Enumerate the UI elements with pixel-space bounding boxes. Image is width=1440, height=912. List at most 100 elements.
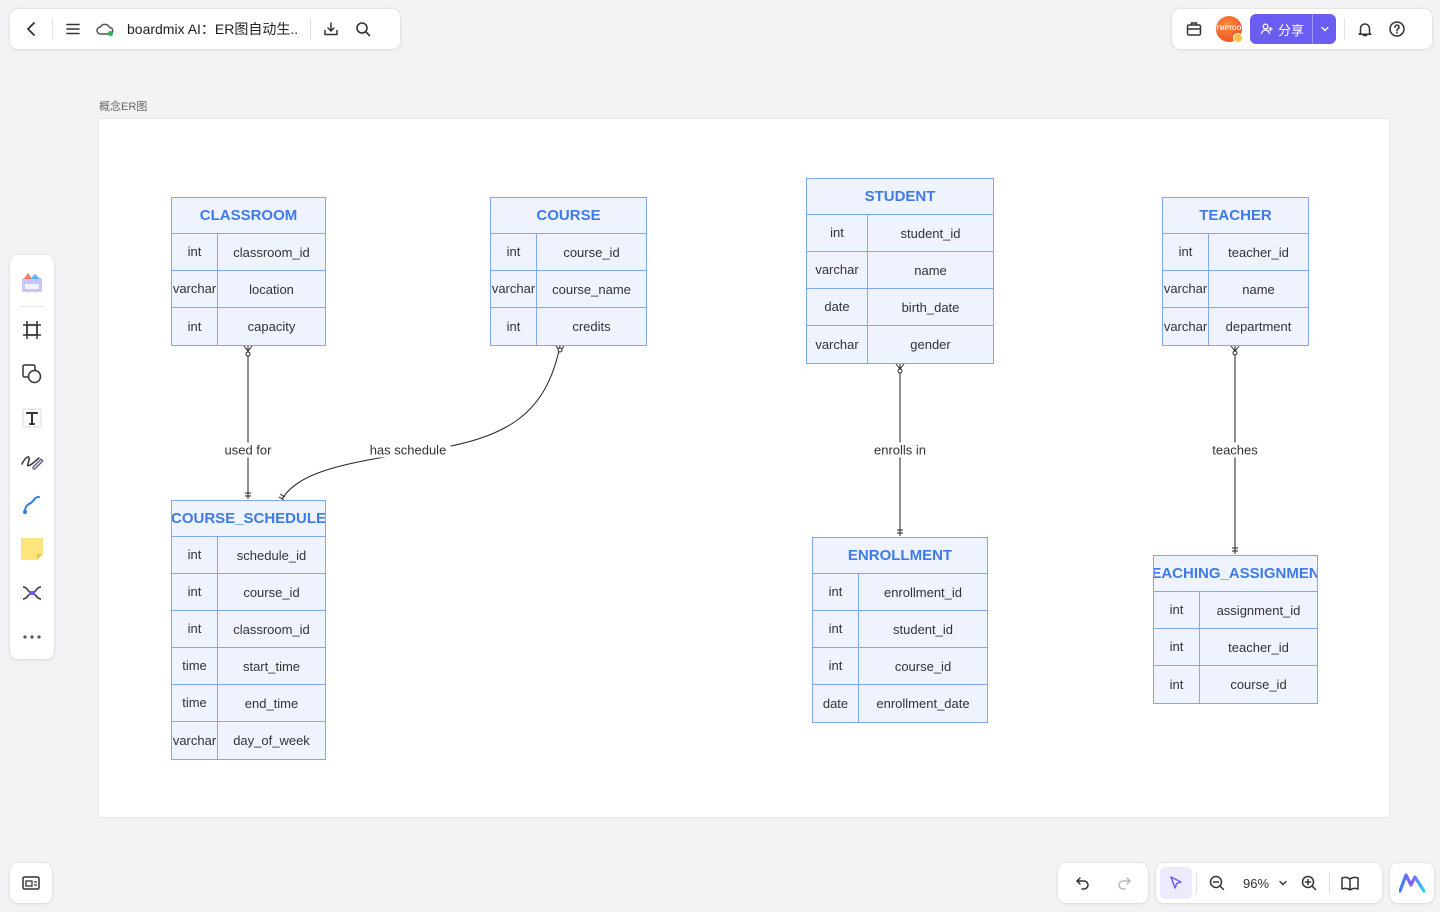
- attribute-type: int: [813, 648, 859, 684]
- download-icon[interactable]: [315, 13, 347, 45]
- attribute-row[interactable]: int course_id: [1154, 666, 1317, 703]
- attribute-type: int: [807, 215, 868, 251]
- templates-icon[interactable]: [14, 264, 50, 302]
- attribute-row[interactable]: int student_id: [807, 215, 993, 252]
- divider: [52, 18, 53, 40]
- text-tool-icon[interactable]: [14, 399, 50, 437]
- attribute-row[interactable]: int schedule_id: [172, 537, 325, 574]
- book-icon[interactable]: [1334, 867, 1366, 899]
- attribute-type: varchar: [1163, 308, 1209, 345]
- frame-label[interactable]: 概念ER图: [99, 98, 147, 114]
- attribute-type: int: [813, 574, 859, 610]
- entity-course[interactable]: COURSE int course_id varchar course_name int c…: [490, 197, 647, 346]
- attribute-name: course_id: [243, 584, 300, 600]
- entity-classroom[interactable]: CLASSROOM int classroom_id varchar location i…: [171, 197, 326, 346]
- relation-label-teaches[interactable]: teaches: [1208, 442, 1262, 458]
- help-icon[interactable]: [1381, 13, 1413, 45]
- pen-tool-icon[interactable]: [14, 443, 50, 481]
- pointer-icon[interactable]: [1160, 867, 1192, 899]
- attribute-row[interactable]: int student_id: [813, 611, 987, 648]
- share-main[interactable]: 分享: [1250, 14, 1312, 44]
- bell-icon[interactable]: [1349, 13, 1381, 45]
- mindmap-tool-icon[interactable]: [14, 574, 50, 612]
- attribute-name: course_id: [894, 658, 952, 674]
- attribute-row[interactable]: int course_id: [813, 648, 987, 685]
- attribute-row[interactable]: int enrollment_id: [813, 574, 987, 611]
- attribute-row[interactable]: varchar gender: [807, 326, 993, 363]
- attribute-name: course_name: [552, 281, 631, 297]
- attribute-row[interactable]: varchar course_name: [491, 271, 646, 308]
- left-toolbar: [10, 255, 54, 659]
- toolbox-icon[interactable]: [1178, 13, 1210, 45]
- attribute-row[interactable]: date birth_date: [807, 289, 993, 326]
- menu-icon[interactable]: [57, 13, 89, 45]
- zoom-out-icon[interactable]: [1201, 867, 1233, 899]
- divider: [19, 305, 45, 307]
- redo-icon[interactable]: [1108, 867, 1140, 899]
- share-button[interactable]: 分享: [1250, 14, 1336, 44]
- add-user-icon: [1260, 23, 1273, 35]
- attribute-row[interactable]: time start_time: [172, 648, 325, 685]
- ai-assistant-button[interactable]: [1390, 863, 1434, 903]
- attribute-row[interactable]: int course_id: [491, 234, 646, 271]
- attribute-row[interactable]: int classroom_id: [172, 611, 325, 648]
- attribute-name: classroom_id: [233, 621, 310, 637]
- attribute-name: credits: [572, 319, 611, 334]
- shape-tool-icon[interactable]: [14, 355, 50, 393]
- attribute-row[interactable]: varchar name: [807, 252, 993, 289]
- search-icon[interactable]: [347, 13, 379, 45]
- attribute-row[interactable]: int classroom_id: [172, 234, 325, 271]
- attribute-row[interactable]: varchar name: [1163, 271, 1308, 308]
- share-dropdown[interactable]: [1312, 14, 1336, 44]
- relation-label-enrolls-in[interactable]: enrolls in: [869, 442, 931, 458]
- entity-enrollment[interactable]: ENROLLMENT int enrollment_id int student_id i…: [812, 537, 988, 723]
- entity-teacher[interactable]: TEACHER int teacher_id varchar name varchar de…: [1162, 197, 1309, 346]
- avatar[interactable]: ГИРТОО: [1216, 16, 1243, 43]
- zoom-level[interactable]: 96%: [1243, 876, 1269, 891]
- connector-tool-icon[interactable]: [14, 486, 50, 524]
- more-tools-icon[interactable]: [14, 618, 50, 656]
- attribute-row[interactable]: int course_id: [172, 574, 325, 611]
- attribute-type: int: [1154, 666, 1200, 703]
- attribute-type: date: [807, 289, 868, 325]
- minimap-icon[interactable]: [15, 867, 47, 899]
- frame-tool-icon[interactable]: [14, 311, 50, 349]
- attribute-type: int: [172, 574, 218, 610]
- entity-student[interactable]: STUDENT int student_id varchar name date birth…: [806, 178, 994, 364]
- attribute-name: start_time: [242, 658, 301, 674]
- attribute-type: int: [1163, 234, 1209, 270]
- entity-course-schedule[interactable]: COURSE_SCHEDULE int schedule_id int course_i…: [171, 500, 326, 760]
- attribute-row[interactable]: int capacity: [172, 308, 325, 345]
- attribute-type: int: [813, 611, 859, 647]
- attribute-type: varchar: [1163, 271, 1209, 307]
- attribute-type: date: [813, 685, 859, 722]
- cloud-sync-icon[interactable]: [89, 13, 121, 45]
- entity-title: COURSE_SCHEDULE: [172, 501, 325, 537]
- attribute-row[interactable]: int teacher_id: [1163, 234, 1308, 271]
- entity-title: COURSE: [491, 198, 646, 234]
- attribute-row[interactable]: int assignment_id: [1154, 592, 1317, 629]
- attribute-row[interactable]: int teacher_id: [1154, 629, 1317, 666]
- attribute-name: course_id: [563, 244, 620, 260]
- top-left-toolbar: boardmix AI：ER图自动生..: [10, 9, 400, 49]
- attribute-name: enrollment_id: [883, 584, 963, 600]
- attribute-name: student_id: [900, 225, 961, 241]
- attribute-row[interactable]: varchar location: [172, 271, 325, 308]
- zoom-in-icon[interactable]: [1293, 867, 1325, 899]
- undo-icon[interactable]: [1067, 867, 1099, 899]
- back-icon[interactable]: [16, 13, 48, 45]
- chevron-down-icon[interactable]: [1273, 867, 1293, 899]
- relation-label-used-for[interactable]: used for: [220, 442, 276, 458]
- attribute-row[interactable]: varchar department: [1163, 308, 1308, 345]
- share-label: 分享: [1278, 22, 1305, 38]
- divider: [310, 18, 312, 40]
- attribute-row[interactable]: time end_time: [172, 685, 325, 722]
- sticky-note-icon[interactable]: [14, 530, 50, 568]
- attribute-type: int: [491, 308, 537, 345]
- document-title[interactable]: boardmix AI：ER图自动生..: [127, 19, 298, 39]
- attribute-row[interactable]: int credits: [491, 308, 646, 345]
- attribute-row[interactable]: varchar day_of_week: [172, 722, 325, 759]
- attribute-row[interactable]: date enrollment_date: [813, 685, 987, 722]
- entity-teaching-assignment[interactable]: TEACHING_ASSIGNMENTintassignment_idintte…: [1153, 555, 1318, 704]
- relation-label-has-schedule[interactable]: has schedule: [365, 442, 451, 458]
